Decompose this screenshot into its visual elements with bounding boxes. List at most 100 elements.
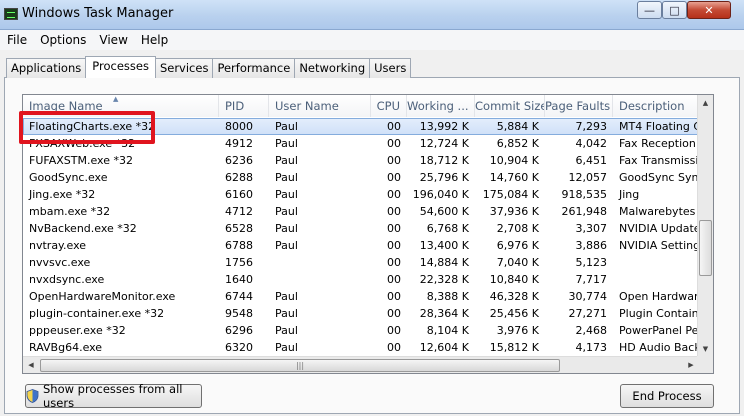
cell-ws: 8,388 K bbox=[426, 290, 469, 303]
cell-ws: 22,328 K bbox=[419, 273, 469, 286]
cell-pf: 3,886 bbox=[575, 239, 608, 252]
cell-pid: 4912 bbox=[225, 137, 253, 150]
table-row[interactable]: nvvsvc.exe 1756 00 14,884 K 7,040 K 5,123 bbox=[23, 254, 699, 271]
table-row[interactable]: Jing.exe *32 6160 Paul 00 196,040 K 175,084 K… bbox=[23, 186, 699, 203]
tab-users[interactable]: Users bbox=[369, 58, 412, 78]
tab-applications[interactable]: Applications bbox=[6, 58, 87, 78]
tab-services[interactable]: Services bbox=[154, 58, 214, 78]
cell-ws: 28,364 K bbox=[419, 307, 469, 320]
cell-ws: 12,724 K bbox=[419, 137, 469, 150]
cell-pf: 5,123 bbox=[575, 256, 608, 269]
table-row[interactable]: NvBackend.exe *32 6528 Paul 00 6,768 K 2,708 … bbox=[23, 220, 699, 237]
column-header-image-name[interactable]: ▲ Image Name bbox=[23, 95, 219, 117]
column-header-row: ▲ Image Name PID User Name CPU Working .… bbox=[23, 95, 699, 117]
end-process-button[interactable]: End Process bbox=[620, 384, 714, 408]
cell-name: GoodSync.exe bbox=[29, 171, 108, 184]
show-all-processes-button[interactable]: Show processes from all users bbox=[25, 382, 202, 410]
cell-ws: 196,040 K bbox=[412, 188, 469, 201]
table-row[interactable]: GoodSync.exe 6288 Paul 00 25,796 K 14,760 K 12… bbox=[23, 169, 699, 186]
table-row[interactable]: nvtray.exe 6788 Paul 00 13,400 K 6,976 K 3,886… bbox=[23, 237, 699, 254]
cell-desc: GoodSync Synch bbox=[619, 171, 699, 184]
cell-desc: NVIDIA Update B bbox=[619, 222, 699, 235]
close-icon[interactable]: ✕ bbox=[687, 1, 731, 19]
menu-help[interactable]: Help bbox=[134, 33, 174, 47]
vertical-scrollbar[interactable]: ▲ ▼ bbox=[697, 95, 713, 357]
table-row[interactable]: OpenHardwareMonitor.exe 6744 Paul 00 8,388 K… bbox=[23, 288, 699, 305]
column-header-working-set[interactable]: Working ... bbox=[407, 95, 475, 117]
menu-file[interactable]: File bbox=[0, 33, 33, 47]
column-header-description[interactable]: Description bbox=[613, 95, 699, 117]
cell-ws: 54,600 K bbox=[419, 205, 469, 218]
cell-desc: Malwarebytes An bbox=[619, 205, 699, 218]
cell-desc bbox=[613, 254, 699, 271]
cell-desc: MT4 Floating Cha bbox=[619, 120, 699, 133]
table-row[interactable]: pppeuser.exe *32 6296 Paul 00 8,104 K 3,976 K… bbox=[23, 322, 699, 339]
cell-pid: 4712 bbox=[225, 205, 253, 218]
cell-cpu: 00 bbox=[387, 188, 401, 201]
cell-name: nvvsvc.exe bbox=[29, 256, 91, 269]
cell-cs: 10,840 K bbox=[489, 273, 539, 286]
table-row[interactable]: nvxdsync.exe 1640 00 22,328 K 10,840 K 7,717 bbox=[23, 271, 699, 288]
column-header-pid[interactable]: PID bbox=[219, 95, 269, 117]
column-header-user-name[interactable]: User Name bbox=[269, 95, 371, 117]
cell-desc: Fax Transmission bbox=[619, 154, 699, 167]
table-row[interactable]: FXSAXWeb.exe *32 4912 Paul 00 12,724 K 6,852 … bbox=[23, 135, 699, 152]
cell-pid: 8000 bbox=[225, 120, 253, 133]
cell-pid: 6296 bbox=[225, 324, 253, 337]
cell-cs: 7,040 K bbox=[496, 256, 539, 269]
cell-pf: 7,717 bbox=[575, 273, 608, 286]
cell-user: Paul bbox=[275, 171, 298, 184]
table-row[interactable]: plugin-container.exe *32 9548 Paul 00 28,364… bbox=[23, 305, 699, 322]
cell-cpu: 00 bbox=[387, 239, 401, 252]
process-rows: FloatingCharts.exe *32 8000 Paul 00 13,992 K… bbox=[23, 118, 699, 356]
cell-desc: HD Audio Backgr bbox=[619, 341, 699, 354]
maximize-icon[interactable]: □ bbox=[662, 1, 687, 19]
tab-networking[interactable]: Networking bbox=[294, 58, 371, 78]
horizontal-scrollbar[interactable]: ◀ ||| ▶ bbox=[23, 356, 699, 373]
cell-pf: 27,271 bbox=[568, 307, 608, 320]
cell-cpu: 00 bbox=[387, 137, 401, 150]
cell-pid: 6236 bbox=[225, 154, 253, 167]
tab-processes[interactable]: Processes bbox=[85, 56, 156, 78]
title-bar[interactable]: Windows Task Manager — □ ✕ bbox=[0, 0, 744, 30]
cell-pid: 6788 bbox=[225, 239, 253, 252]
table-row[interactable]: RAVBg64.exe 6320 Paul 00 12,604 K 15,812 K 4,1… bbox=[23, 339, 699, 356]
cell-name: plugin-container.exe *32 bbox=[29, 307, 165, 320]
table-row[interactable]: mbam.exe *32 4712 Paul 00 54,600 K 37,936 K 26… bbox=[23, 203, 699, 220]
vertical-scroll-thumb[interactable] bbox=[699, 220, 712, 276]
horizontal-scroll-thumb[interactable]: ||| bbox=[40, 359, 560, 372]
cell-pid: 6320 bbox=[225, 341, 253, 354]
column-header-commit-size[interactable]: Commit Size bbox=[475, 95, 545, 117]
column-header-page-faults[interactable]: Page Faults bbox=[545, 95, 613, 117]
cell-name: FUFAXSTM.exe *32 bbox=[29, 154, 133, 167]
scroll-left-icon[interactable]: ◀ bbox=[23, 357, 39, 373]
cell-cpu: 00 bbox=[387, 341, 401, 354]
table-row[interactable]: FUFAXSTM.exe *32 6236 Paul 00 18,712 K 10,904… bbox=[23, 152, 699, 169]
minimize-icon[interactable]: — bbox=[637, 1, 662, 19]
cell-name: NvBackend.exe *32 bbox=[29, 222, 137, 235]
cell-user: Paul bbox=[275, 188, 298, 201]
cell-user: Paul bbox=[275, 154, 298, 167]
menu-view[interactable]: View bbox=[92, 33, 133, 47]
table-row[interactable]: FloatingCharts.exe *32 8000 Paul 00 13,992 K… bbox=[23, 118, 699, 135]
cell-pf: 918,535 bbox=[561, 188, 608, 201]
cell-user: Paul bbox=[275, 341, 298, 354]
menu-options[interactable]: Options bbox=[33, 33, 92, 47]
scroll-down-icon[interactable]: ▼ bbox=[698, 341, 713, 357]
cell-cs: 14,760 K bbox=[489, 171, 539, 184]
cell-cpu: 00 bbox=[387, 171, 401, 184]
cell-cpu: 00 bbox=[387, 307, 401, 320]
scroll-up-icon[interactable]: ▲ bbox=[698, 95, 713, 111]
cell-user: Paul bbox=[275, 324, 298, 337]
cell-cs: 6,976 K bbox=[496, 239, 539, 252]
cell-name: OpenHardwareMonitor.exe bbox=[29, 290, 176, 303]
cell-pid: 6744 bbox=[225, 290, 253, 303]
process-list[interactable]: ▲ Image Name PID User Name CPU Working .… bbox=[22, 94, 714, 374]
tab-performance[interactable]: Performance bbox=[212, 58, 296, 78]
cell-pf: 261,948 bbox=[561, 205, 608, 218]
uac-shield-icon bbox=[26, 389, 39, 403]
cell-pid: 9548 bbox=[225, 307, 253, 320]
cell-desc bbox=[613, 271, 699, 288]
column-header-cpu[interactable]: CPU bbox=[371, 95, 407, 117]
cell-cs: 2,708 K bbox=[496, 222, 539, 235]
